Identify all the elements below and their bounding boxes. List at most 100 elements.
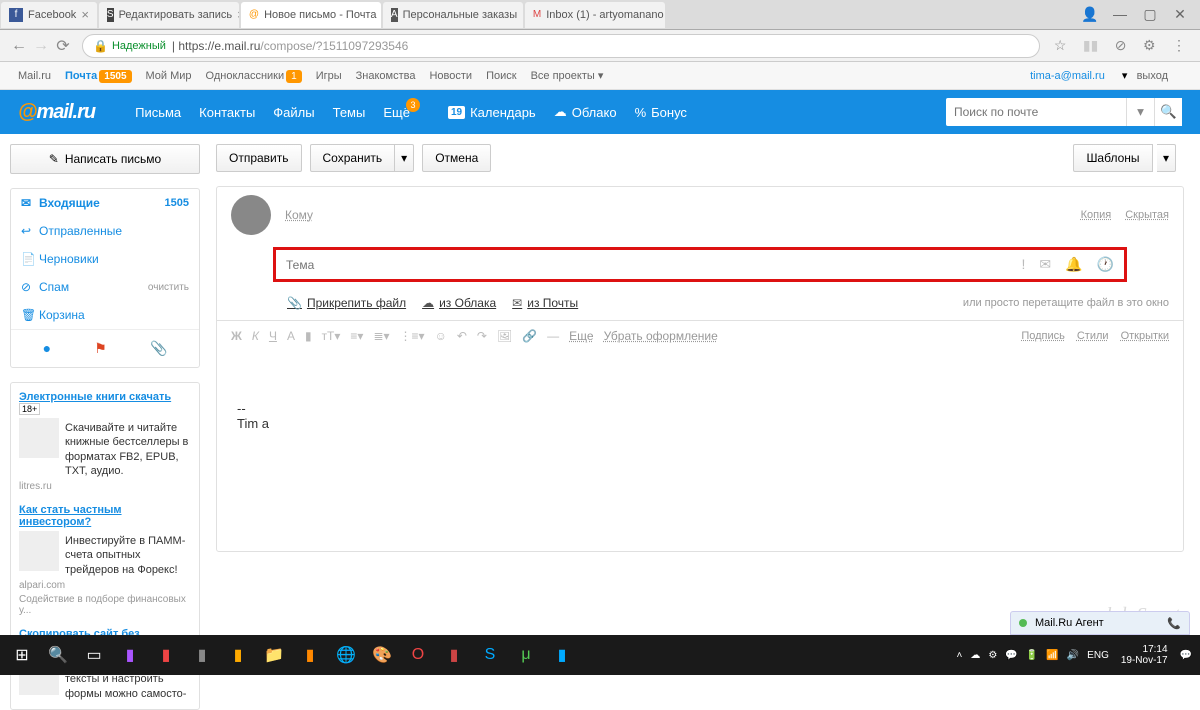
portal-link[interactable]: Одноклассники1	[206, 70, 302, 82]
utorrent-icon[interactable]: μ	[508, 637, 544, 673]
clock[interactable]: 17:14 19-Nov-17	[1113, 644, 1176, 666]
notify-icon[interactable]: 🔔	[1065, 256, 1082, 273]
search-dropdown[interactable]: ▾	[1126, 98, 1154, 126]
close-window-icon[interactable]: ✕	[1165, 6, 1195, 23]
bold-icon[interactable]: Ж	[231, 329, 242, 343]
image-icon[interactable]: 🖼	[497, 329, 512, 343]
folder-drafts[interactable]: 📄Черновики	[11, 245, 199, 273]
folder-trash[interactable]: 🗑Корзина	[11, 301, 199, 329]
maximize-icon[interactable]: ▢	[1135, 6, 1165, 23]
logout-link[interactable]: выход	[1137, 70, 1168, 82]
underline-icon[interactable]: Ч	[269, 329, 277, 343]
hidden-link[interactable]: Скрытая	[1125, 209, 1169, 221]
nav-cloud[interactable]: ☁Облако	[554, 104, 617, 120]
hr-icon[interactable]: —	[547, 329, 559, 343]
adblock-icon[interactable]: ⊘	[1115, 37, 1127, 53]
redo-icon[interactable]: ↷	[477, 329, 487, 343]
app-icon[interactable]: ▮	[112, 637, 148, 673]
signature-link[interactable]: Подпись	[1021, 330, 1065, 342]
user-email[interactable]: tima-a@mail.ru	[1030, 70, 1105, 82]
clear-spam[interactable]: очистить	[148, 282, 189, 293]
portal-link[interactable]: Новости	[429, 70, 472, 82]
back-icon[interactable]: ←	[8, 37, 30, 55]
portal-link[interactable]: Игры	[316, 70, 342, 82]
schedule-icon[interactable]: 🕐	[1097, 256, 1114, 273]
folder-spam[interactable]: ⊘Спамочистить	[11, 273, 199, 301]
folder-inbox[interactable]: ✉Входящие1505	[11, 189, 199, 217]
subject-input[interactable]	[286, 258, 1022, 272]
save-button[interactable]: Сохранить	[310, 144, 396, 172]
close-icon[interactable]: ×	[81, 7, 89, 22]
volume-icon[interactable]: 🔊	[1067, 650, 1079, 661]
skype-icon[interactable]: S	[472, 637, 508, 673]
tray-icon[interactable]: ⚙	[988, 650, 997, 661]
link-icon[interactable]: 🔗	[522, 329, 537, 343]
priority-icon[interactable]: !	[1022, 256, 1026, 273]
nav-files[interactable]: Файлы	[273, 104, 314, 120]
close-icon[interactable]: ×	[522, 7, 523, 22]
fontsize-icon[interactable]: тТ▾	[322, 329, 341, 343]
lang-indicator[interactable]: ENG	[1087, 650, 1109, 661]
app-icon[interactable]: ▮	[544, 637, 580, 673]
mailru-logo[interactable]: @mail.ru	[18, 101, 95, 124]
app-icon[interactable]: ▮	[292, 637, 328, 673]
cancel-button[interactable]: Отмена	[422, 144, 491, 172]
search-icon[interactable]: 🔍	[40, 637, 76, 673]
close-icon[interactable]: ×	[237, 7, 239, 22]
star-icon[interactable]: ☆	[1054, 37, 1067, 53]
app-icon[interactable]: 🎨	[364, 637, 400, 673]
styles-link[interactable]: Стили	[1077, 330, 1109, 342]
app-icon[interactable]: ▮	[184, 637, 220, 673]
chrome-icon[interactable]: 🌐	[328, 637, 364, 673]
extensions-icon[interactable]: ▮▮	[1083, 37, 1098, 53]
remove-format[interactable]: Убрать оформление	[604, 329, 718, 343]
search-button[interactable]: 🔍	[1154, 98, 1182, 126]
portal-link[interactable]: Знакомства	[356, 70, 416, 82]
portal-link-mail[interactable]: Почта1505	[65, 70, 132, 82]
tray-icon[interactable]: 🔋	[1026, 650, 1038, 661]
nav-contacts[interactable]: Контакты	[199, 104, 255, 120]
explorer-icon[interactable]: 📁	[256, 637, 292, 673]
tray-chevron-icon[interactable]: ˄	[957, 650, 963, 661]
nav-calendar[interactable]: 19Календарь	[448, 104, 536, 120]
bgcolor-icon[interactable]: ▮	[305, 329, 312, 343]
menu-icon[interactable]: ⋮	[1172, 37, 1186, 53]
emoji-icon[interactable]: ☺	[435, 329, 447, 343]
portal-link[interactable]: Поиск	[486, 70, 516, 82]
attach-file-link[interactable]: 📎Прикрепить файл	[287, 296, 406, 310]
app-icon[interactable]: ▮	[148, 637, 184, 673]
flag-filter-icon[interactable]: ⚑	[94, 340, 107, 357]
tab-facebook[interactable]: fFacebook×	[1, 2, 97, 28]
italic-icon[interactable]: К	[252, 329, 259, 343]
nav-more[interactable]: Ещё3	[383, 104, 410, 120]
portal-link[interactable]: Все проекты ▾	[531, 69, 604, 82]
ad-link[interactable]: Как стать частным инвестором?	[19, 504, 191, 528]
tab-edit[interactable]: SРедактировать запись×	[99, 2, 239, 28]
portal-link[interactable]: Мой Мир	[146, 70, 192, 82]
receipt-icon[interactable]: ✉	[1039, 256, 1051, 273]
templates-dropdown[interactable]: ▾	[1157, 144, 1176, 172]
profile-icon[interactable]: 👤	[1075, 6, 1105, 23]
wifi-icon[interactable]: 📶	[1046, 650, 1058, 661]
nav-bonus[interactable]: %Бонус	[635, 104, 687, 120]
app-icon[interactable]: ▮	[220, 637, 256, 673]
portal-link[interactable]: Mail.ru	[18, 70, 51, 82]
url-input[interactable]: 🔒 Надежный | https://e.mail.ru /compose/…	[82, 34, 1040, 58]
attachment-filter-icon[interactable]: 📎	[150, 340, 167, 357]
folder-sent[interactable]: ↩Отправленные	[11, 217, 199, 245]
copy-link[interactable]: Копия	[1081, 209, 1112, 221]
reload-icon[interactable]: ⟳	[52, 36, 74, 56]
tab-orders[interactable]: AПерсональные заказы×	[383, 2, 523, 28]
compose-button[interactable]: Написать письмо	[10, 144, 200, 174]
taskview-icon[interactable]: ▭	[76, 637, 112, 673]
align-icon[interactable]: ≡▾	[350, 329, 363, 343]
cards-link[interactable]: Открытки	[1121, 330, 1169, 342]
nav-themes[interactable]: Темы	[333, 104, 366, 120]
unread-filter-icon[interactable]: ●	[43, 340, 51, 357]
agent-bar[interactable]: Mail.Ru Агент 📞	[1010, 611, 1190, 635]
to-label[interactable]: Кому	[285, 208, 313, 222]
start-icon[interactable]: ⊞	[4, 637, 40, 673]
ad-link[interactable]: Электронные книги скачать	[19, 391, 171, 403]
indent-icon[interactable]: ≣▾	[373, 329, 389, 343]
save-dropdown[interactable]: ▾	[395, 144, 414, 172]
